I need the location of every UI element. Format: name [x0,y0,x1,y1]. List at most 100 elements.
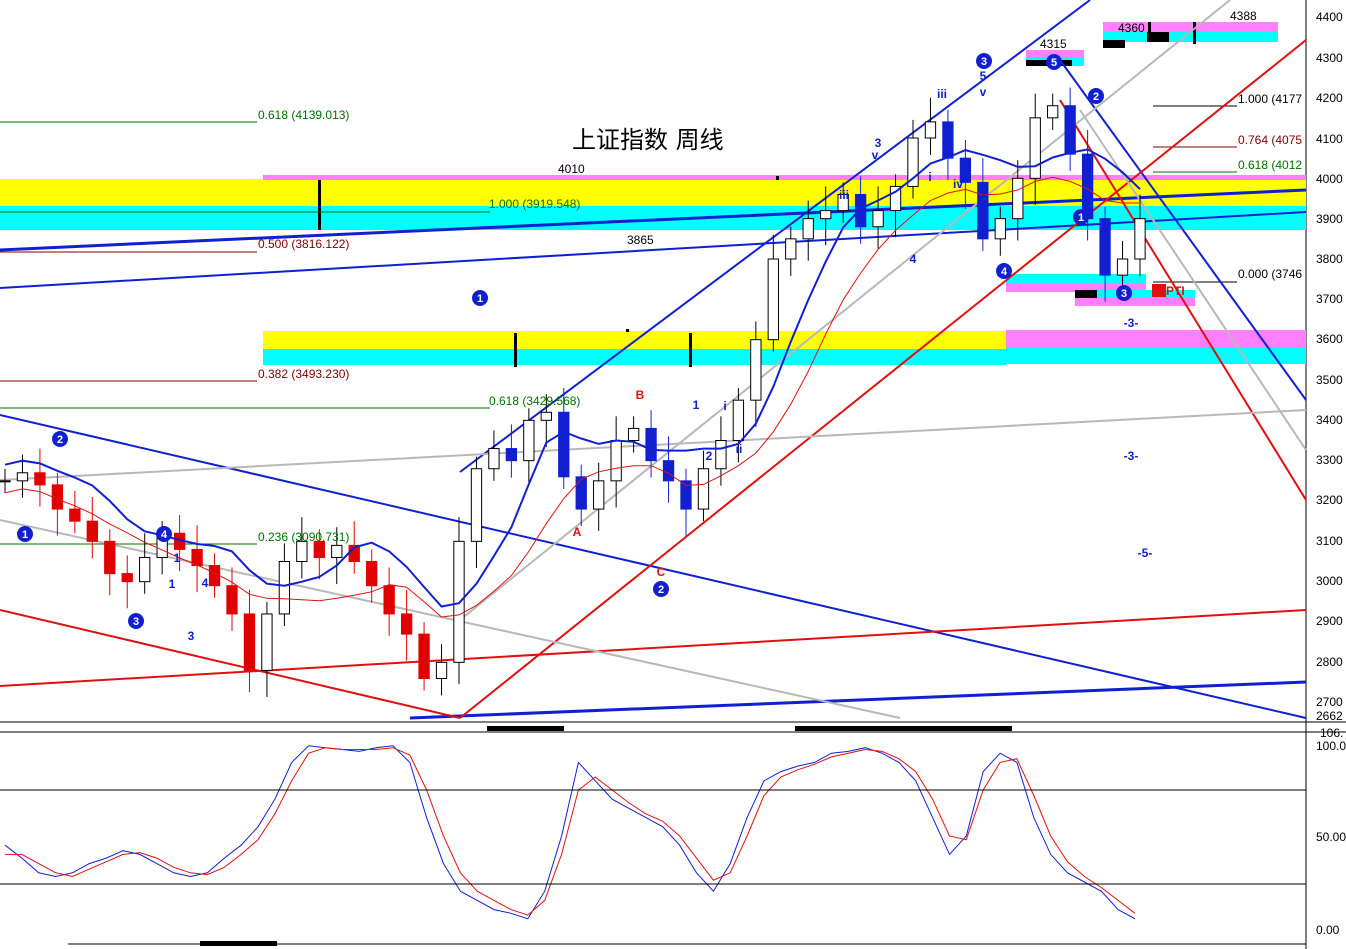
wave-number: 1 [477,293,483,305]
candle-body [610,440,622,482]
candle-body [523,419,535,462]
y-tick-label: 2800 [1316,655,1343,669]
candle-body [1081,153,1094,220]
wave-number: 4 [161,529,168,541]
wave-marker: 4 [996,263,1012,279]
candle-body [261,613,273,671]
candle-body [750,339,762,401]
wave-number: 1 [1078,212,1084,224]
candle-body [331,544,343,558]
y-tick-label: 3100 [1316,534,1343,548]
wave-text: 2 [706,449,713,463]
wave-text: C [657,565,666,579]
wave-text: v [980,85,987,99]
candle-body [488,448,500,470]
y-tick-label: 106. [1320,726,1343,740]
chart-title: 上证指数 周线 [572,126,724,154]
candle-body [1134,218,1146,260]
wave-text: iii [839,188,849,202]
candle-body [645,427,657,462]
wave-number: 4 [1001,266,1008,278]
wave-number: 3 [981,56,987,68]
wave-text: 1 [174,551,181,565]
y-tick-label: 3700 [1316,292,1343,306]
y-tick-label: 3000 [1316,574,1343,588]
candle-body [296,540,308,563]
wave-text: -5- [1138,546,1153,560]
candle-body [86,520,98,542]
candle-body [505,448,518,462]
y-tick-label: 3800 [1316,252,1343,266]
candle-body [977,181,989,240]
wave-marker: 2 [52,431,68,447]
candle-body [0,480,11,483]
wave-number: 2 [1093,91,1099,103]
wave-number: 2 [57,434,63,446]
candle-body [208,565,221,587]
wave-number: 3 [133,616,139,628]
candle-body [732,399,745,442]
y-tick-label: 3200 [1316,493,1343,507]
oscillator-axis: 106. 100.0 50.00 0.00 [1316,726,1346,937]
wave-marker: 3 [128,613,144,629]
candle-body [470,468,483,542]
candle-body [278,561,291,615]
candle-body [715,440,727,470]
candle-body [1029,117,1041,179]
wave-text: iv [953,177,963,191]
wave-marker: 2 [1088,88,1104,104]
wave-text: 4 [202,576,209,590]
candle-body [540,411,552,421]
wave-number: 1 [22,529,28,541]
wave-marker: 1 [17,526,33,542]
candle-body [942,121,954,159]
y-tick-label: 2662 [1316,709,1343,723]
candle-body [383,585,395,615]
oscillator-grid [0,789,1306,885]
pti-label: PTI [1166,284,1185,298]
wave-text: i [928,170,931,184]
oscillator-line [4,745,1136,920]
price-marker: 3865 [627,233,654,247]
candle-body [593,480,605,510]
y-tick-label: 4300 [1316,51,1343,65]
wave-text: v [872,148,879,162]
y-tick-label: 4200 [1316,91,1343,105]
candle-body [854,193,867,228]
candle-body [802,218,814,240]
wave-text: 4 [910,252,917,266]
wave-text: iii [937,87,947,101]
wave-number: 3 [1121,288,1127,300]
candle-body [697,468,710,510]
candle-body [1116,258,1129,276]
candle-body [1099,218,1111,276]
fib-label: 1.000 (4177 [1238,92,1302,106]
y-tick-label: 3300 [1316,453,1343,467]
candle-body [1047,105,1059,119]
wave-marker: 3 [976,53,992,69]
candle-body [558,411,570,478]
candle-body [243,613,256,671]
y-tick-label: 2700 [1316,695,1343,709]
price-marker: 4360 [1118,21,1145,35]
candle-body [767,258,779,341]
wave-text: 1 [169,577,176,591]
candle-body [662,460,675,482]
candle-body [104,540,116,575]
candle-body [627,427,640,442]
y-tick-label: 3600 [1316,332,1343,346]
wave-marker: 5 [1046,54,1062,70]
y-tick-label: 4100 [1316,132,1343,146]
wave-text: 3 [188,629,195,643]
wave-text: -3- [1124,449,1139,463]
candle-body [121,573,133,583]
candle-body [139,556,151,583]
wave-text: -3- [1124,316,1139,330]
fib-label: 0.382 (3493.230) [258,367,349,381]
y-tick-label: 3400 [1316,413,1343,427]
candle-body [400,613,413,635]
y-tick-label: 0.00 [1316,923,1340,937]
y-tick-label: 3500 [1316,373,1343,387]
fib-label: 0.236 (3090.731) [258,530,349,544]
fib-label: 0.764 (4075 [1238,133,1302,147]
